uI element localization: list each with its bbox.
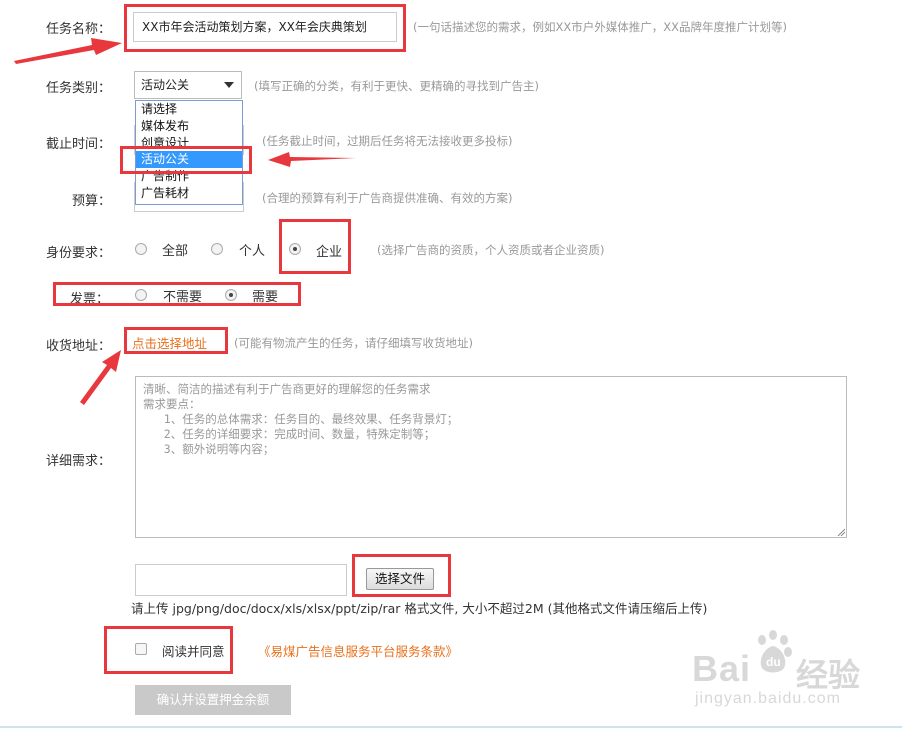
watermark-url: jingyan.baidu.com bbox=[695, 690, 841, 707]
svg-text:du: du bbox=[766, 655, 781, 669]
arrow-to-category-option-icon bbox=[268, 152, 356, 167]
baidu-paw-logo: du bbox=[758, 630, 792, 673]
arrow-to-task-name-icon bbox=[14, 38, 122, 64]
annotation-arrows bbox=[14, 38, 356, 405]
arrow-to-address-icon bbox=[80, 350, 121, 405]
watermark-brand-left: Bai bbox=[692, 648, 752, 689]
